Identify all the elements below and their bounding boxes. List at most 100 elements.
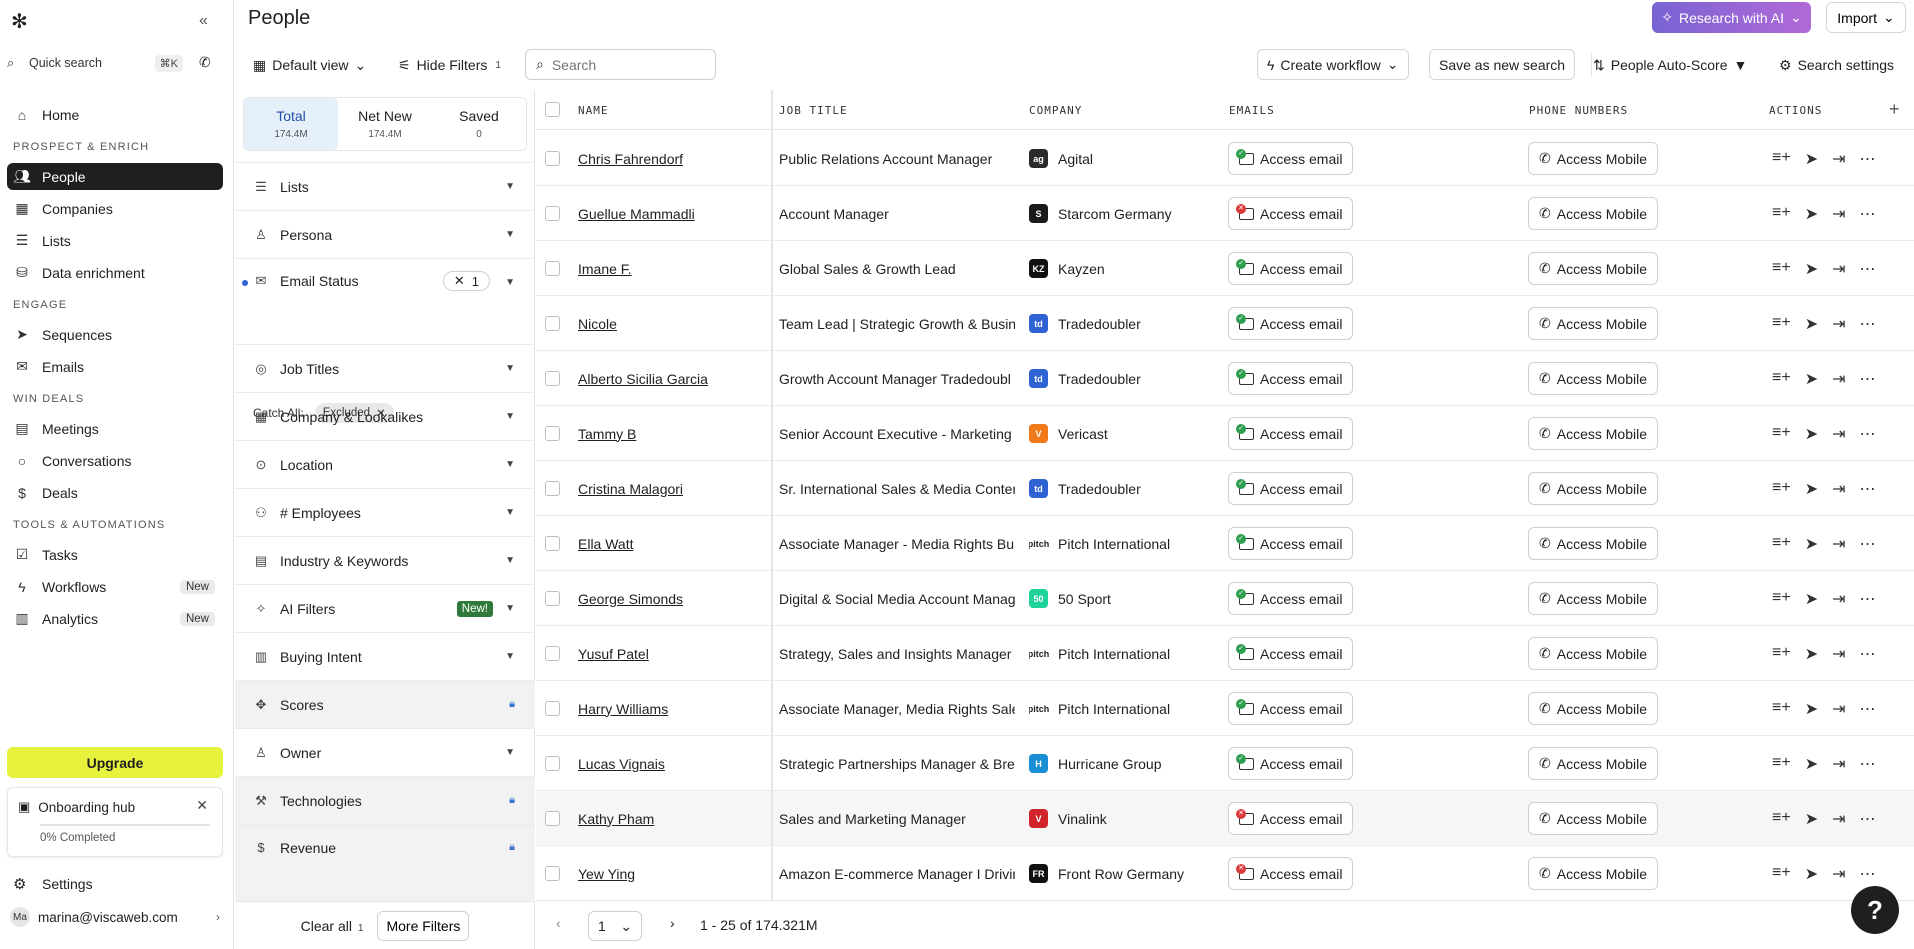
person-name-link[interactable]: Tammy B	[578, 426, 636, 442]
access-mobile-button[interactable]: ✆ Access Mobile	[1528, 802, 1658, 835]
collapse-sidebar-icon[interactable]: «	[199, 12, 208, 30]
nav-workflows[interactable]: ϟ Workflows New	[7, 573, 223, 600]
table-row[interactable]: Guellue Mammadli Account Manager S Starco…	[536, 186, 1914, 241]
access-mobile-button[interactable]: ✆ Access Mobile	[1528, 142, 1658, 175]
table-row[interactable]: Chris Fahrendorf Public Relations Accoun…	[536, 131, 1914, 186]
send-icon[interactable]: ➤	[1805, 589, 1818, 609]
add-to-list-icon[interactable]: ≡+	[1772, 809, 1791, 829]
filter-owner[interactable]: ♙ Owner ▼	[235, 728, 535, 776]
research-with-ai-button[interactable]: ✧ Research with AI ⌄	[1652, 2, 1811, 33]
access-mobile-button[interactable]: ✆ Access Mobile	[1528, 197, 1658, 230]
access-email-button[interactable]: ✓ Access email	[1228, 142, 1354, 175]
send-icon[interactable]: ➤	[1805, 424, 1818, 444]
nav-meetings[interactable]: ▤ Meetings	[7, 415, 223, 442]
table-row[interactable]: Harry Williams Associate Manager, Media …	[536, 681, 1914, 736]
access-email-button[interactable]: ✓ Access email	[1228, 527, 1354, 560]
company-name[interactable]: Agital	[1058, 151, 1093, 167]
nav-home[interactable]: ⌂ Home	[7, 101, 223, 128]
more-icon[interactable]: ⋯	[1860, 204, 1876, 224]
row-checkbox[interactable]	[545, 536, 560, 551]
export-icon[interactable]: ⇥	[1832, 589, 1845, 609]
access-email-button[interactable]: ✕ Access email	[1228, 802, 1354, 835]
add-to-list-icon[interactable]: ≡+	[1772, 644, 1791, 664]
access-email-button[interactable]: ✓ Access email	[1228, 747, 1354, 780]
company-name[interactable]: Hurricane Group	[1058, 756, 1162, 772]
nav-analytics[interactable]: ▥ Analytics New	[7, 605, 223, 632]
person-name-link[interactable]: Nicole	[578, 316, 617, 332]
row-checkbox[interactable]	[545, 701, 560, 716]
company-name[interactable]: Pitch International	[1058, 701, 1170, 717]
nav-conversations[interactable]: ○ Conversations	[7, 447, 223, 474]
more-icon[interactable]: ⋯	[1860, 644, 1876, 664]
filter-employees[interactable]: ⚇ # Employees ▼	[235, 488, 535, 536]
access-mobile-button[interactable]: ✆ Access Mobile	[1528, 747, 1658, 780]
company-name[interactable]: Pitch International	[1058, 536, 1170, 552]
filter-company[interactable]: ▦ Company & Lookalikes ▼	[235, 392, 535, 440]
export-icon[interactable]: ⇥	[1832, 809, 1845, 829]
add-to-list-icon[interactable]: ≡+	[1772, 534, 1791, 554]
person-name-link[interactable]: Kathy Pham	[578, 811, 654, 827]
more-icon[interactable]: ⋯	[1860, 754, 1876, 774]
filter-job-titles[interactable]: ◎ Job Titles ▼	[235, 344, 535, 392]
page-select[interactable]: 1 ⌄	[588, 911, 642, 941]
close-icon[interactable]: ✕	[196, 797, 208, 814]
export-icon[interactable]: ⇥	[1832, 259, 1845, 279]
access-mobile-button[interactable]: ✆ Access Mobile	[1528, 637, 1658, 670]
filter-technologies[interactable]: ⚒ Technologies 🔒︎	[235, 776, 535, 824]
send-icon[interactable]: ➤	[1805, 479, 1818, 499]
row-checkbox[interactable]	[545, 756, 560, 771]
table-row[interactable]: Lucas Vignais Strategic Partnerships Man…	[536, 736, 1914, 791]
add-to-list-icon[interactable]: ≡+	[1772, 479, 1791, 499]
filter-lists[interactable]: ☰ Lists ▼	[235, 162, 535, 210]
tab-net-new[interactable]: Net New 174.4M	[338, 98, 432, 150]
add-to-list-icon[interactable]: ≡+	[1772, 589, 1791, 609]
send-icon[interactable]: ➤	[1805, 534, 1818, 554]
tab-saved[interactable]: Saved 0	[432, 98, 526, 150]
more-filters-button[interactable]: More Filters	[377, 910, 470, 941]
nav-tasks[interactable]: ☑ Tasks	[7, 541, 223, 568]
upgrade-button[interactable]: Upgrade	[7, 747, 223, 778]
nav-companies[interactable]: ▦ Companies	[7, 195, 223, 222]
filter-revenue[interactable]: $ Revenue 🔒︎	[235, 824, 535, 901]
import-button[interactable]: Import ⌄	[1826, 2, 1906, 33]
company-name[interactable]: 50 Sport	[1058, 591, 1111, 607]
send-icon[interactable]: ➤	[1805, 644, 1818, 664]
more-icon[interactable]: ⋯	[1860, 369, 1876, 389]
column-job-title[interactable]: JOB TITLE	[779, 104, 848, 117]
row-checkbox[interactable]	[545, 206, 560, 221]
nav-emails[interactable]: ✉ Emails	[7, 353, 223, 380]
auto-score-dropdown[interactable]: ⇅ People Auto-Score ▼	[1593, 50, 1747, 80]
company-name[interactable]: Tradedoubler	[1058, 481, 1141, 497]
nav-lists[interactable]: ☰ Lists	[7, 227, 223, 254]
company-name[interactable]: Front Row Germany	[1058, 866, 1184, 882]
select-all-checkbox[interactable]	[545, 102, 560, 117]
row-checkbox[interactable]	[545, 481, 560, 496]
row-checkbox[interactable]	[545, 316, 560, 331]
add-to-list-icon[interactable]: ≡+	[1772, 259, 1791, 279]
row-checkbox[interactable]	[545, 591, 560, 606]
more-icon[interactable]: ⋯	[1860, 864, 1876, 884]
person-name-link[interactable]: Lucas Vignais	[578, 756, 665, 772]
add-to-list-icon[interactable]: ≡+	[1772, 149, 1791, 169]
access-mobile-button[interactable]: ✆ Access Mobile	[1528, 417, 1658, 450]
row-checkbox[interactable]	[545, 811, 560, 826]
more-icon[interactable]: ⋯	[1860, 314, 1876, 334]
access-mobile-button[interactable]: ✆ Access Mobile	[1528, 362, 1658, 395]
access-email-button[interactable]: ✓ Access email	[1228, 417, 1354, 450]
column-name[interactable]: NAME	[578, 104, 609, 117]
row-checkbox[interactable]	[545, 151, 560, 166]
add-to-list-icon[interactable]: ≡+	[1772, 864, 1791, 884]
access-mobile-button[interactable]: ✆ Access Mobile	[1528, 307, 1658, 340]
export-icon[interactable]: ⇥	[1832, 369, 1845, 389]
column-emails[interactable]: EMAILS	[1229, 104, 1275, 117]
person-name-link[interactable]: George Simonds	[578, 591, 683, 607]
tab-total[interactable]: Total 174.4M	[244, 98, 338, 150]
table-row[interactable]: Imane F. Global Sales & Growth Lead KZ Ka…	[536, 241, 1914, 296]
table-row[interactable]: Yusuf Patel Strategy, Sales and Insights…	[536, 626, 1914, 681]
person-name-link[interactable]: Yew Ying	[578, 866, 635, 882]
more-icon[interactable]: ⋯	[1860, 149, 1876, 169]
company-name[interactable]: Tradedoubler	[1058, 371, 1141, 387]
search-input[interactable]	[551, 56, 702, 73]
company-name[interactable]: Vinalink	[1058, 811, 1107, 827]
nav-data-enrichment[interactable]: ⛁ Data enrichment	[7, 259, 223, 286]
